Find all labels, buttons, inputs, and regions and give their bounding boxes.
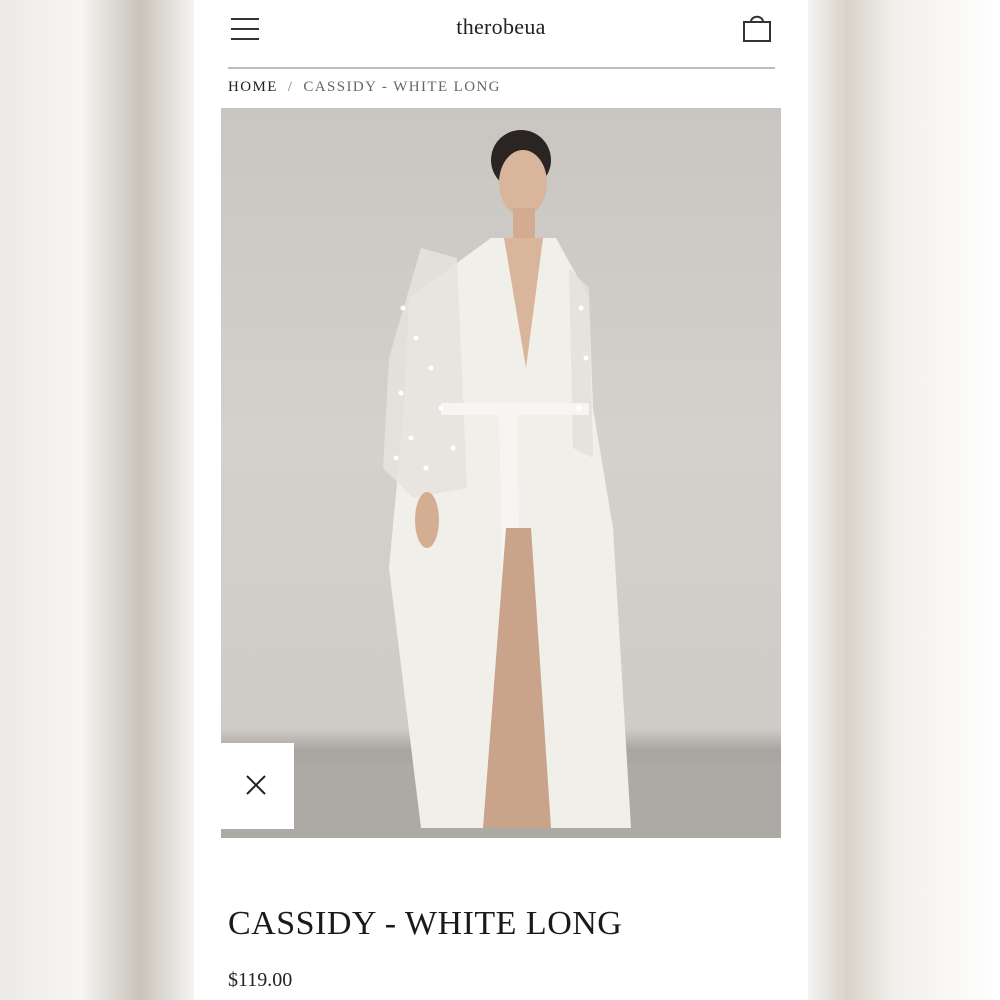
product-title: CASSIDY - WHITE LONG	[228, 905, 623, 942]
product-price: $119.00	[228, 969, 293, 991]
product-image[interactable]	[221, 108, 781, 838]
breadcrumb: HOME / CASSIDY - WHITE LONG	[228, 79, 501, 96]
breadcrumb-current: CASSIDY - WHITE LONG	[303, 79, 501, 95]
site-header: therobeua	[194, 0, 808, 68]
header-divider	[228, 67, 775, 69]
close-icon	[246, 775, 266, 795]
brand-logo[interactable]: therobeua	[194, 14, 808, 40]
background-blur-right	[808, 0, 1000, 1000]
breadcrumb-separator: /	[287, 79, 294, 95]
product-photo-robe	[221, 130, 781, 838]
mobile-page: therobeua HOME / CASSIDY - WHITE LONG CA…	[194, 0, 808, 1000]
shopping-bag-icon[interactable]	[742, 12, 772, 44]
close-button[interactable]	[221, 743, 294, 829]
breadcrumb-home-link[interactable]: HOME	[228, 79, 278, 95]
